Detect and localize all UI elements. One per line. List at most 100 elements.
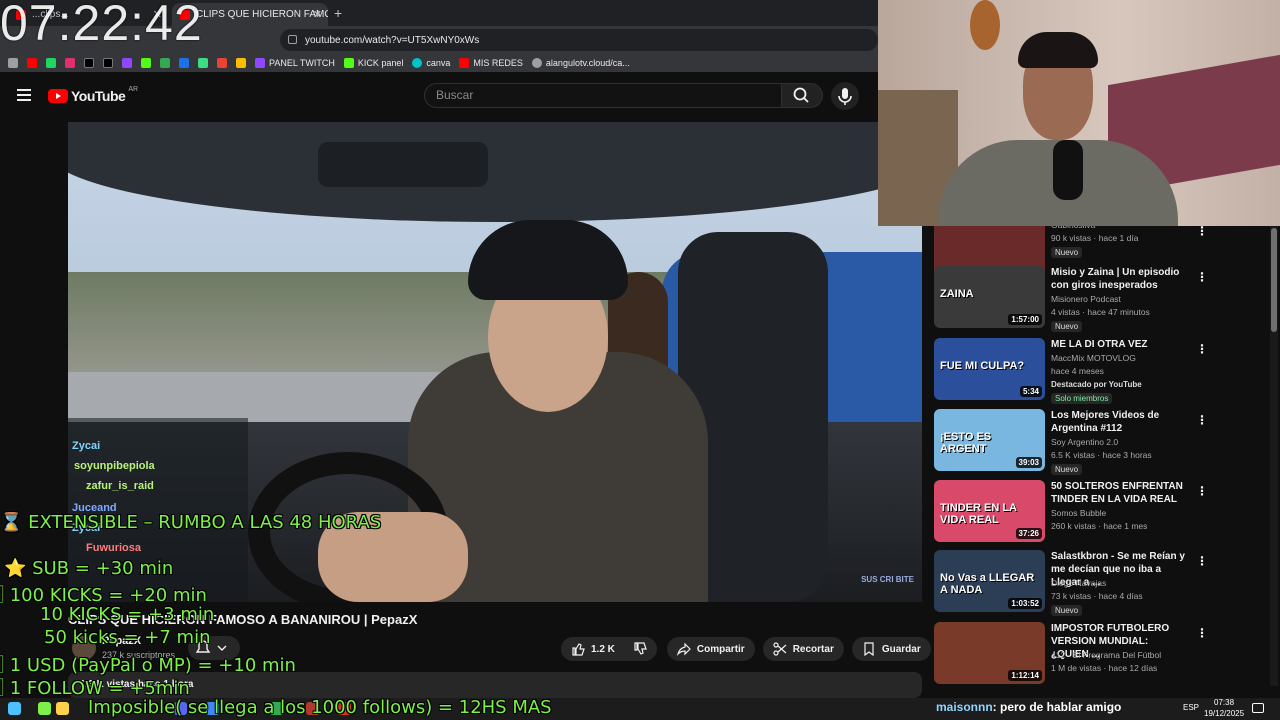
tab-label: CLIPS QUE HICIERON FAMOSO A... xyxy=(196,9,328,20)
recommendation-meta: hace 4 meses xyxy=(1051,366,1104,376)
recommendation-badge: Destacado por YouTube xyxy=(1051,380,1142,389)
taskbar-chat-message: maisonnn: pero de hablar amigo xyxy=(936,700,1121,714)
more-vertical-icon[interactable]: ⋮ xyxy=(1196,554,1208,568)
taskbar-app-icon[interactable] xyxy=(38,702,51,715)
webcam-overlay xyxy=(878,0,1280,226)
share-button[interactable]: Compartir xyxy=(666,637,755,661)
bookmark-label: PANEL TWITCH xyxy=(269,58,335,68)
recommendation-meta: 73 k vistas · hace 4 días xyxy=(1051,591,1143,601)
language-indicator[interactable]: ESP xyxy=(1183,703,1199,712)
bookmark-panel-twitch[interactable]: PANEL TWITCH xyxy=(255,58,335,68)
chrome-bookmark-icon[interactable] xyxy=(236,58,246,68)
start-icon[interactable] xyxy=(8,702,21,715)
recommendation-badge: Nuevo xyxy=(1051,321,1083,332)
menu-icon[interactable] xyxy=(17,89,31,101)
spotify-bookmark-icon[interactable] xyxy=(46,58,56,68)
recommendation-thumbnail[interactable]: ZAINA 1:57:00 xyxy=(934,266,1045,328)
android-bookmark-icon[interactable] xyxy=(198,58,208,68)
redes-icon xyxy=(459,58,470,68)
twitch-icon xyxy=(255,58,265,68)
recommendation-channel[interactable]: Soy Argentino 2.0 xyxy=(1051,437,1118,447)
sidebar-scroll-thumb[interactable] xyxy=(1271,228,1277,332)
more-vertical-icon[interactable]: ⋮ xyxy=(1196,342,1208,356)
tab-close-icon[interactable]: ✕ xyxy=(313,8,322,21)
recommendation-channel[interactable]: 412 - El Programa Del Fútbol xyxy=(1051,650,1161,660)
kick-icon xyxy=(343,58,354,68)
youtube-bookmark-icon[interactable] xyxy=(27,58,37,68)
more-vertical-icon[interactable]: ⋮ xyxy=(1196,226,1208,238)
webcam-microphone xyxy=(1053,140,1083,200)
thumbnail-text: ¡ESTO ES ARGENT xyxy=(940,431,992,455)
scissors-icon xyxy=(773,642,787,656)
recommendation-title[interactable]: ME LA DI OTRA VEZ xyxy=(1051,338,1186,351)
like-count: 1.2 K xyxy=(591,643,615,655)
taskbar-app-icon[interactable] xyxy=(56,702,69,715)
recommendation-meta: 6.5 K vistas · hace 3 horas xyxy=(1051,450,1152,460)
chat-user: Zycai xyxy=(72,440,101,452)
more-vertical-icon[interactable]: ⋮ xyxy=(1196,484,1208,498)
thumbnail-text: TINDER EN LA VIDA REAL xyxy=(940,502,1017,526)
bookmark-kick-panel[interactable]: KICK panel xyxy=(343,58,403,68)
youtube-logo[interactable]: YouTube AR xyxy=(48,86,138,104)
recommendation-channel[interactable]: Misionero Podcast xyxy=(1051,294,1121,304)
save-label: Guardar xyxy=(881,643,921,655)
youtube-play-icon xyxy=(48,89,68,103)
voice-search-button[interactable] xyxy=(831,82,859,110)
x-bookmark-icon[interactable] xyxy=(103,58,113,68)
recommendation-title[interactable]: 50 SOLTEROS ENFRENTAN TINDER EN LA VIDA … xyxy=(1051,480,1186,506)
search-input[interactable]: Buscar xyxy=(424,83,782,108)
kick-bookmark-icon[interactable] xyxy=(141,58,151,68)
thumbnail-text: FUE MI CULPA? xyxy=(940,360,1025,372)
subathon-rule: ⭐ SUB = +30 min xyxy=(4,558,174,579)
thumbnail-text: No Vas a LLEGAR A NADA xyxy=(940,572,1035,596)
outlook-bookmark-icon[interactable] xyxy=(179,58,189,68)
more-vertical-icon[interactable]: ⋮ xyxy=(1196,626,1208,640)
gmail-bookmark-icon[interactable] xyxy=(217,58,227,68)
notifications-icon[interactable] xyxy=(1252,703,1264,713)
video-duration: 1:03:52 xyxy=(1008,598,1042,609)
instagram-bookmark-icon[interactable] xyxy=(65,58,75,68)
clock[interactable]: 07:38 19/12/2025 xyxy=(1204,697,1244,719)
recommendation-thumbnail[interactable]: 1:12:14 xyxy=(934,622,1045,684)
recommendation-channel[interactable]: Somos Bubble xyxy=(1051,508,1106,518)
recommendation-item[interactable]: ZAINA 1:57:00 Misio y Zaina | Un episodio … xyxy=(934,266,1264,332)
subscribe-watermark[interactable]: SUS CRI BITE xyxy=(861,575,914,584)
twitch-bookmark-icon[interactable] xyxy=(122,58,132,68)
recommendation-channel[interactable]: Gabinosilva xyxy=(1051,226,1095,230)
recommendation-thumbnail[interactable]: No Vas a LLEGAR A NADA 1:03:52 xyxy=(934,550,1045,612)
video-duration: 1:12:14 xyxy=(1008,670,1042,681)
recommendation-item[interactable]: 1:12:14 IMPOSTOR FUTBOLERO VERSION MUNDIA… xyxy=(934,622,1264,688)
recommendation-meta: 260 k vistas · hace 1 mes xyxy=(1051,521,1148,531)
bookmark-alangulotv[interactable]: alangulotv.cloud/ca... xyxy=(531,58,630,68)
recommendation-title[interactable]: Misio y Zaina | Un episodio con giros in… xyxy=(1051,266,1186,292)
recommendation-item[interactable]: No Vas a LLEGAR A NADA 1:03:52 Salastkbron… xyxy=(934,550,1264,616)
recommendation-thumbnail[interactable]: TINDER EN LA VIDA REAL 37:26 xyxy=(934,480,1045,542)
site-info-icon[interactable] xyxy=(288,35,297,44)
bookmark-canva[interactable]: canva xyxy=(412,58,450,68)
search-icon xyxy=(793,87,809,103)
video-duration: 39:03 xyxy=(1015,457,1042,468)
url-field[interactable]: youtube.com/watch?v=UT5XwNY0xWs xyxy=(280,29,878,51)
recommendation-title[interactable]: Los Mejores Videos de Argentina #112 xyxy=(1051,409,1186,435)
search-button[interactable] xyxy=(781,83,823,108)
recommendation-item[interactable]: ¡ESTO ES ARGENT 39:03 Los Mejores Videos d… xyxy=(934,409,1264,475)
recommendation-item[interactable]: TINDER EN LA VIDA REAL 37:26 50 SOLTEROS E… xyxy=(934,480,1264,546)
tiktok-bookmark-icon[interactable] xyxy=(84,58,94,68)
more-vertical-icon[interactable]: ⋮ xyxy=(1196,413,1208,427)
recommendation-thumbnail[interactable]: FUE MI CULPA? 5:34 xyxy=(934,338,1045,400)
thumbs-down-icon[interactable] xyxy=(633,642,647,656)
drive-bookmark-icon[interactable] xyxy=(160,58,170,68)
bookmark-mis-redes[interactable]: MIS REDES xyxy=(459,58,523,68)
more-vertical-icon[interactable]: ⋮ xyxy=(1196,270,1208,284)
like-button[interactable]: 1.2 K xyxy=(561,637,657,661)
recommendation-item[interactable]: FUE MI CULPA? 5:34 ME LA DI OTRA VEZ MaccMi… xyxy=(934,338,1264,404)
globe-icon xyxy=(531,58,542,68)
recommendation-thumbnail[interactable]: ¡ESTO ES ARGENT 39:03 xyxy=(934,409,1045,471)
recommendation-channel[interactable]: MaccMix MOTOVLOG xyxy=(1051,353,1136,363)
apps-grid-icon[interactable] xyxy=(8,58,18,68)
new-tab-icon[interactable]: + xyxy=(334,5,342,21)
clip-button[interactable]: Recortar xyxy=(762,637,844,661)
recommendation-channel[interactable]: Diego Navajas xyxy=(1051,578,1106,588)
save-button[interactable]: Guardar xyxy=(851,637,931,661)
chat-user: Fuwuriosa xyxy=(86,542,142,554)
